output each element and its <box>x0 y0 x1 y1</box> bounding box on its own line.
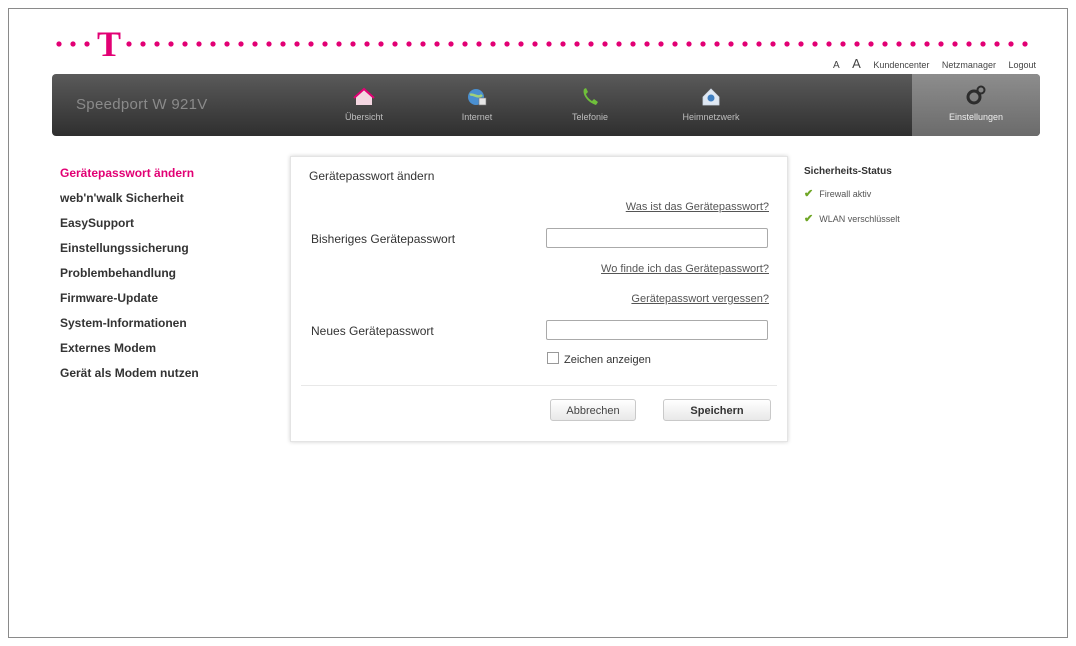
sidebar: Gerätepasswort ändern web'n'walk Sicherh… <box>60 166 280 391</box>
logout-link[interactable]: Logout <box>1008 60 1036 70</box>
nav-item-telefonie[interactable]: Telefonie <box>535 82 645 130</box>
show-chars-label: Zeichen anzeigen <box>564 354 651 366</box>
save-button[interactable]: Speichern <box>663 399 771 421</box>
kundencenter-link[interactable]: Kundencenter <box>873 60 929 70</box>
panel-divider <box>301 385 777 386</box>
password-panel: Gerätepasswort ändern Was ist das Geräte… <box>290 156 788 442</box>
sidebar-item-geraetepasswort[interactable]: Gerätepasswort ändern <box>60 166 280 191</box>
product-name: Speedport W 921V <box>76 96 208 113</box>
gear-icon <box>966 85 986 105</box>
show-chars-row[interactable]: Zeichen anzeigen <box>547 352 651 366</box>
panel-title: Gerätepasswort ändern <box>309 169 435 183</box>
new-password-label: Neues Gerätepasswort <box>311 324 434 338</box>
sidebar-item-system-informationen[interactable]: System-Informationen <box>60 316 280 341</box>
home-network-icon <box>702 88 720 106</box>
brand-bar: T <box>52 24 1032 64</box>
current-password-input[interactable] <box>546 228 768 248</box>
brand-dots <box>52 41 1032 47</box>
globe-icon <box>468 89 487 106</box>
nav-settings-label: Einstellungen <box>948 112 1004 122</box>
current-password-label: Bisheriges Gerätepasswort <box>311 232 456 246</box>
forgot-password-link[interactable]: Gerätepasswort vergessen? <box>631 293 769 305</box>
top-links: A A Kundencenter Netzmanager Logout <box>823 56 1036 71</box>
home-icon <box>353 87 375 105</box>
status-firewall: ✔ Firewall aktiv <box>804 188 872 200</box>
new-password-input[interactable] <box>546 320 768 340</box>
security-status: Sicherheits-Status ✔ Firewall aktiv ✔ WLAN… <box>804 166 1004 237</box>
help-link[interactable]: Was ist das Gerätepasswort? <box>626 201 769 213</box>
nav-item-internet[interactable]: Internet <box>422 82 532 130</box>
sidebar-item-problembehandlung[interactable]: Problembehandlung <box>60 266 280 291</box>
sidebar-item-externes-modem[interactable]: Externes Modem <box>60 341 280 366</box>
sidebar-item-einstellungssicherung[interactable]: Einstellungssicherung <box>60 241 280 266</box>
find-password-link[interactable]: Wo finde ich das Gerätepasswort? <box>601 263 769 275</box>
sidebar-item-webnwalk[interactable]: web'n'walk Sicherheit <box>60 191 280 216</box>
nav-item-uebersicht[interactable]: Übersicht <box>309 82 419 130</box>
netzmanager-link[interactable]: Netzmanager <box>942 60 996 70</box>
show-chars-checkbox[interactable] <box>547 352 559 364</box>
nav-item-heimnetzwerk[interactable]: Heimnetzwerk <box>656 82 766 130</box>
font-larger-button[interactable]: A <box>852 56 861 71</box>
main-nav: Speedport W 921V Übersicht Internet Tele… <box>52 74 1040 136</box>
cancel-button[interactable]: Abbrechen <box>550 399 636 421</box>
status-wlan: ✔ WLAN verschlüsselt <box>804 213 900 225</box>
phone-icon <box>583 88 598 105</box>
sidebar-item-geraet-als-modem[interactable]: Gerät als Modem nutzen <box>60 366 280 391</box>
check-icon: ✔ <box>804 213 814 225</box>
check-icon: ✔ <box>804 188 814 200</box>
sidebar-item-firmware-update[interactable]: Firmware-Update <box>60 291 280 316</box>
telekom-logo: T <box>94 24 124 64</box>
nav-item-einstellungen[interactable]: Einstellungen <box>912 74 1040 136</box>
font-smaller-button[interactable]: A <box>833 60 840 71</box>
sidebar-item-easysupport[interactable]: EasySupport <box>60 216 280 241</box>
security-status-title: Sicherheits-Status <box>804 166 892 177</box>
